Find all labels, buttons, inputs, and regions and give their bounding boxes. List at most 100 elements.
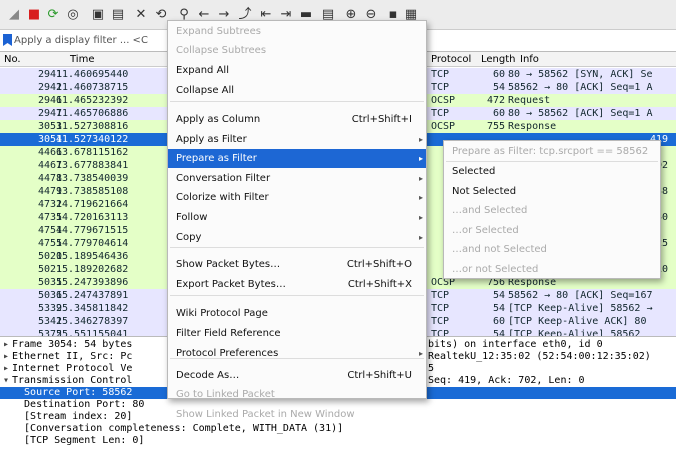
packet-time: 13.677883841 — [56, 160, 129, 171]
packet-info: [TCP Keep-Alive] 58562 — [508, 329, 641, 336]
packet-time: 11.465232392 — [56, 95, 129, 106]
stop-icon-glyph: ■ — [27, 7, 41, 22]
menu-item-filter-field-reference[interactable]: Filter Field Reference — [168, 324, 426, 343]
detail-text: Destination Port: 80 — [12, 399, 145, 410]
packet-info: 80 → 58562 [SYN, ACK] Se — [508, 69, 653, 80]
submenu-item-and-not-selected: …and not Selected — [444, 240, 660, 259]
menu-item-apply-as-column[interactable]: Apply as Column Ctrl+Shift+I — [168, 110, 426, 129]
menu-item-label: Copy — [176, 232, 202, 243]
submenu-arrow-icon: ▸ — [418, 174, 423, 183]
column-header-protocol[interactable]: Protocol — [431, 52, 471, 67]
expand-arrow-icon[interactable]: ▸ — [3, 339, 9, 351]
submenu-arrow-icon: ▸ — [418, 213, 423, 222]
packet-protocol: TCP — [431, 316, 450, 327]
save-file-icon-glyph: ▤ — [111, 7, 125, 22]
display-filter-input[interactable]: Apply a display filter ... <C — [14, 33, 164, 49]
menu-item-label: Protocol Preferences — [176, 348, 279, 359]
menu-item-conversation-filter[interactable]: Conversation Filter ▸ — [168, 169, 426, 188]
column-header-time[interactable]: Time — [70, 52, 94, 67]
packet-time: 11.460695440 — [56, 69, 129, 80]
menu-item-export-packet-bytes[interactable]: Export Packet Bytes… Ctrl+Shift+X — [168, 275, 426, 294]
options-gear-icon[interactable]: ◎◎ — [65, 7, 81, 23]
packet-protocol: OCSP — [431, 95, 456, 106]
detail-text: [TCP Segment Len: 0] — [12, 435, 145, 446]
packet-time: 13.738540039 — [56, 173, 129, 184]
packet-info: Request — [508, 95, 551, 106]
packet-protocol: TCP — [431, 108, 450, 119]
menu-item-collapse-all[interactable]: Collapse All — [168, 81, 426, 100]
menu-item-wiki-protocol-page[interactable]: Wiki Protocol Page — [168, 304, 426, 323]
menu-item-shortcut: Ctrl+Shift+I — [351, 114, 412, 125]
open-file-icon[interactable]: ▣▣ — [90, 7, 106, 23]
menu-item-shortcut: Ctrl+Shift+X — [347, 279, 412, 290]
packet-length: 54 — [492, 290, 505, 301]
save-file-icon[interactable]: ▤▤ — [110, 7, 126, 23]
detail-text: Internet Protocol Ve — [12, 363, 133, 374]
packet-protocol: TCP — [431, 69, 450, 80]
packet-protocol: TCP — [431, 82, 450, 93]
menu-item-decode-as[interactable]: Decode As… Ctrl+Shift+U — [168, 366, 426, 385]
column-header-length[interactable]: Length — [481, 52, 516, 67]
prepare-as-filter-submenu: Prepare as Filter: tcp.srcport == 58562 S… — [443, 140, 661, 279]
packet-info: 80 → 58562 [ACK] Seq=1 A — [508, 108, 653, 119]
column-header-info[interactable]: Info — [520, 52, 539, 67]
menu-item-label: Colorize with Filter — [176, 192, 269, 203]
submenu-item-label: …or Selected — [452, 225, 519, 236]
submenu-item-or-not-selected: …or not Selected — [444, 260, 660, 279]
bookmark-icon[interactable] — [3, 34, 12, 46]
packet-time: 14.779671515 — [56, 225, 129, 236]
expand-arrow-icon[interactable]: ▸ — [3, 351, 9, 363]
packet-time: 25.551155041 — [56, 329, 129, 336]
packet-time: 15.189202682 — [56, 264, 129, 275]
packet-length: 54 — [492, 303, 505, 314]
menu-item-show-packet-bytes[interactable]: Show Packet Bytes… Ctrl+Shift+O — [168, 255, 426, 274]
packet-time: 14.720163113 — [56, 212, 129, 223]
detail-text: Source Port: 58562 — [12, 387, 133, 398]
packet-time: 14.719621664 — [56, 199, 129, 210]
packet-length: 472 — [486, 95, 505, 106]
submenu-item-prepare-as-filter-tcp-srcport-58562: Prepare as Filter: tcp.srcport == 58562 — [444, 142, 660, 161]
detail-line[interactable]: [Conversation completeness: Complete, WI… — [0, 423, 676, 435]
menu-item-copy[interactable]: Copy ▸ — [168, 228, 426, 247]
menu-item-follow[interactable]: Follow ▸ — [168, 208, 426, 227]
submenu-arrow-icon: ▸ — [418, 233, 423, 242]
menu-item-prepare-as-filter[interactable]: Prepare as Filter ▸ — [168, 149, 426, 168]
detail-text: [Stream index: 20] — [12, 411, 133, 422]
menu-item-colorize-with-filter[interactable]: Colorize with Filter ▸ — [168, 188, 426, 207]
submenu-item-selected[interactable]: Selected — [444, 162, 660, 181]
submenu-arrow-icon: ▸ — [418, 349, 423, 358]
detail-text-right: 5 — [428, 363, 435, 374]
menu-item-expand-all[interactable]: Expand All — [168, 61, 426, 80]
menu-item-label: Collapse All — [176, 85, 235, 96]
detail-line[interactable]: [TCP Segment Len: 0] — [0, 435, 676, 447]
stop-icon[interactable]: ■■ — [26, 7, 42, 23]
expand-arrow-icon[interactable]: ▸ — [3, 363, 9, 375]
restart-icon-glyph: ⟳ — [47, 7, 59, 22]
submenu-item-or-selected: …or Selected — [444, 221, 660, 240]
packet-length: 54 — [492, 82, 505, 93]
submenu-arrow-icon: ▸ — [418, 154, 423, 163]
close-file-icon-glyph: ✕ — [135, 7, 147, 22]
menu-item-label: Expand All — [176, 65, 229, 76]
detail-text-right: Seq: 419, Ack: 702, Len: 0 — [428, 375, 585, 386]
packet-protocol: TCP — [431, 303, 450, 314]
shark-fin-icon-glyph: ◢ — [9, 7, 19, 22]
packet-time: 13.738585108 — [56, 186, 129, 197]
context-menu: Expand Subtrees Collapse Subtrees Expand A… — [167, 20, 427, 420]
submenu-item-not-selected[interactable]: Not Selected — [444, 182, 660, 201]
menu-item-apply-as-filter[interactable]: Apply as Filter ▸ — [168, 130, 426, 149]
detail-text: [Conversation completeness: Complete, WI… — [12, 423, 344, 434]
packet-length: 60 — [492, 316, 505, 327]
expand-arrow-icon[interactable]: ▾ — [3, 375, 9, 387]
restart-icon[interactable]: ⟳⟳ — [45, 7, 61, 23]
menu-item-protocol-preferences[interactable]: Protocol Preferences ▸ — [168, 344, 426, 363]
close-file-icon[interactable]: ✕✕ — [133, 7, 149, 23]
column-header-no[interactable]: No. — [4, 52, 21, 67]
packet-info: [TCP Keep-Alive] 58562 → — [508, 303, 653, 314]
packet-time: 15.247393896 — [56, 277, 129, 288]
menu-item-label: Apply as Column — [176, 114, 261, 125]
detail-text: Transmission Control — [12, 375, 133, 386]
shark-fin-icon[interactable]: ◢◢ — [6, 7, 22, 23]
menu-separator — [170, 247, 424, 248]
menu-item-label: Go to Linked Packet — [176, 389, 275, 400]
